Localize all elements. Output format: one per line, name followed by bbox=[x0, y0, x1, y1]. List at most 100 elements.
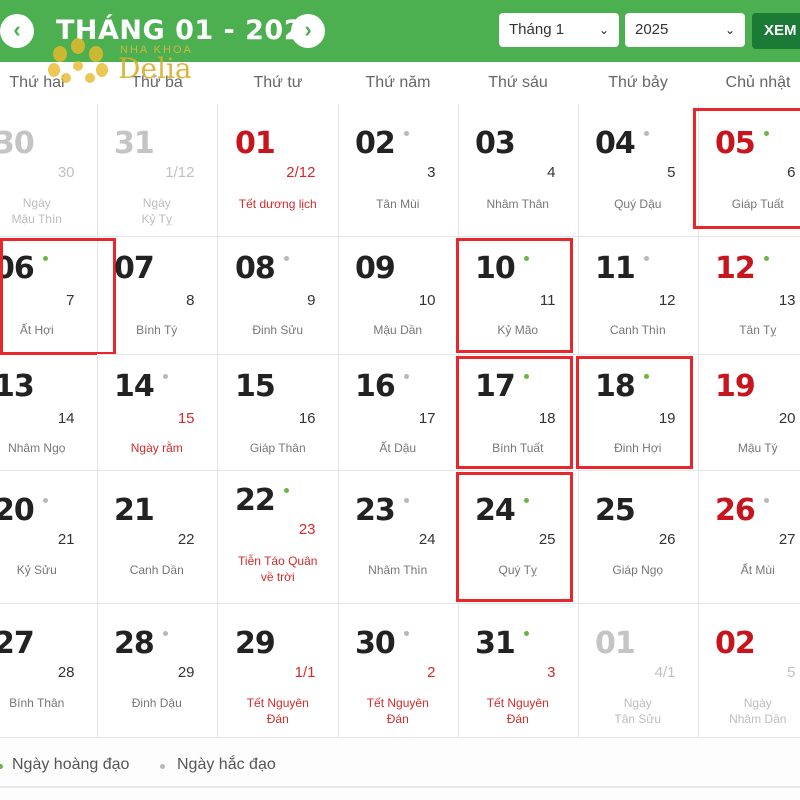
day-name: Mậu Dần bbox=[373, 323, 423, 337]
weekday-label: Thứ năm bbox=[365, 74, 431, 91]
calendar-day-cell[interactable]: 13 14 Nhâm Ngọ bbox=[0, 355, 98, 471]
chevron-left-icon: ‹ bbox=[13, 17, 21, 42]
calendar-day-cell[interactable]: 30 2 Tết Nguyên Đán bbox=[338, 604, 459, 738]
calendar-day-cell[interactable]: 18 19 Đinh Hợi bbox=[578, 355, 699, 471]
calendar-day-cell[interactable]: 24 25 Quý Tỵ bbox=[458, 471, 579, 604]
bad-day-dot-icon bbox=[644, 131, 649, 136]
calendar-day-cell[interactable]: 04 5 Quý Dậu bbox=[578, 104, 699, 237]
solar-date: 27 bbox=[0, 626, 35, 661]
solar-date: 22 bbox=[235, 483, 276, 518]
solar-date: 24 bbox=[475, 493, 516, 528]
calendar-day-cell[interactable]: 12 13 Tân Tỵ bbox=[698, 237, 800, 355]
calendar-day-cell[interactable]: 05 6 Giáp Tuất bbox=[698, 104, 800, 237]
lunar-date: 12 bbox=[658, 292, 676, 309]
lunar-date: 7 bbox=[66, 292, 75, 309]
good-day-dot-icon bbox=[524, 256, 529, 261]
good-day-dot-icon bbox=[524, 498, 529, 503]
day-name: Bính Tý bbox=[136, 323, 178, 337]
bad-day-dot-icon bbox=[404, 631, 409, 636]
lunar-date: 24 bbox=[418, 531, 436, 548]
solar-date: 01 bbox=[595, 626, 636, 661]
solar-date: 20 bbox=[0, 493, 35, 528]
day-name: Ất Dậu bbox=[379, 441, 417, 455]
day-name: Ngày Kỷ Tỵ bbox=[141, 196, 172, 226]
calendar-grid: 30 30 Ngày Mậu Thìn 31 1/12 Ngày Kỷ Tỵ 01 2/12 T… bbox=[0, 104, 800, 738]
solar-date: 10 bbox=[475, 251, 516, 286]
calendar-day-cell[interactable]: 28 29 Đinh Dậu bbox=[97, 604, 218, 738]
calendar-day-cell[interactable]: 26 27 Ất Mùi bbox=[698, 471, 800, 604]
solar-date: 01 bbox=[235, 126, 276, 161]
lunar-date: 18 bbox=[538, 410, 556, 427]
good-day-dot-icon bbox=[764, 131, 769, 136]
calendar-day-cell[interactable]: 08 9 Đinh Sửu bbox=[218, 237, 339, 355]
solar-date: 31 bbox=[114, 126, 155, 161]
day-name: Đinh Sửu bbox=[252, 323, 304, 337]
calendar-day-cell[interactable]: 16 17 Ất Dậu bbox=[338, 355, 459, 471]
weekday-label: Thứ bảy bbox=[608, 74, 668, 91]
solar-date: 18 bbox=[595, 369, 636, 404]
lunar-date: 3 bbox=[427, 164, 436, 181]
calendar-day-cell[interactable]: 03 4 Nhâm Thân bbox=[458, 104, 579, 237]
calendar-day-cell[interactable]: 23 24 Nhâm Thìn bbox=[338, 471, 459, 604]
solar-date: 29 bbox=[235, 626, 276, 661]
calendar-day-cell[interactable]: 31 1/12 Ngày Kỷ Tỵ bbox=[97, 104, 218, 237]
calendar-day-cell[interactable]: 30 30 Ngày Mậu Thìn bbox=[0, 104, 98, 237]
calendar-day-cell[interactable]: 10 11 Kỷ Mão bbox=[458, 237, 579, 355]
lunar-date: 21 bbox=[57, 531, 75, 548]
lunar-date: 6 bbox=[787, 164, 796, 181]
calendar-day-cell[interactable]: 25 26 Giáp Ngọ bbox=[578, 471, 699, 604]
calendar-day-cell[interactable]: 15 16 Giáp Thân bbox=[218, 355, 339, 471]
lunar-date: 23 bbox=[298, 521, 316, 538]
calendar-day-cell[interactable]: 17 18 Bính Tuất bbox=[458, 355, 579, 471]
lunar-date: 15 bbox=[177, 410, 195, 427]
year-select[interactable]: 2025 ⌄ bbox=[625, 13, 745, 47]
good-day-dot-icon bbox=[0, 764, 3, 769]
day-name: Bính Thân bbox=[9, 696, 65, 710]
next-month-button[interactable]: › bbox=[291, 14, 325, 48]
day-name: Nhâm Thân bbox=[486, 197, 549, 211]
calendar-day-cell[interactable]: 27 28 Bính Thân bbox=[0, 604, 98, 738]
calendar-day-cell[interactable]: 31 3 Tết Nguyên Đán bbox=[458, 604, 579, 738]
lunar-date: 13 bbox=[778, 292, 796, 309]
calendar-day-cell[interactable]: 06 7 Ất Hợi bbox=[0, 237, 98, 355]
calendar-day-cell[interactable]: 21 22 Canh Dần bbox=[97, 471, 218, 604]
bad-day-dot-icon bbox=[160, 764, 165, 769]
lunar-date: 11 bbox=[539, 292, 556, 309]
legend: Ngày hoàng đạo Ngày hắc đạo bbox=[0, 738, 800, 788]
good-day-dot-icon bbox=[43, 256, 48, 261]
lunar-date: 4 bbox=[547, 164, 556, 181]
lunar-date: 4/1 bbox=[654, 664, 676, 681]
month-select-value: Tháng 1 bbox=[509, 21, 565, 38]
day-name: Nhâm Ngọ bbox=[8, 441, 66, 455]
prev-month-button[interactable]: ‹ bbox=[0, 14, 34, 48]
calendar-day-cell[interactable]: 02 5 Ngày Nhâm Dần bbox=[698, 604, 800, 738]
day-name: Ngày rằm bbox=[130, 441, 183, 455]
day-name: Giáp Thân bbox=[249, 441, 306, 455]
day-name: Tết Nguyên Đán bbox=[366, 696, 429, 726]
calendar-day-cell[interactable]: 22 23 Tiễn Táo Quân về trời bbox=[218, 471, 339, 604]
calendar-day-cell[interactable]: 09 10 Mậu Dần bbox=[338, 237, 459, 355]
solar-date: 23 bbox=[355, 493, 396, 528]
day-name: Tết dương lịch bbox=[238, 197, 317, 211]
calendar-day-cell[interactable]: 29 1/1 Tết Nguyên Đán bbox=[218, 604, 339, 738]
solar-date: 07 bbox=[114, 251, 155, 286]
bad-day-dot-icon bbox=[764, 498, 769, 503]
calendar-day-cell[interactable]: 19 20 Mậu Tý bbox=[698, 355, 800, 471]
calendar-day-cell[interactable]: 11 12 Canh Thìn bbox=[578, 237, 699, 355]
month-select[interactable]: Tháng 1 ⌄ bbox=[499, 13, 619, 47]
day-name: Tết Nguyên Đán bbox=[246, 696, 309, 726]
good-day-dot-icon bbox=[524, 631, 529, 636]
calendar-day-cell[interactable]: 01 4/1 Ngày Tân Sửu bbox=[578, 604, 699, 738]
calendar-day-cell[interactable]: 14 15 Ngày rằm bbox=[97, 355, 218, 471]
calendar-day-cell[interactable]: 07 8 Bính Tý bbox=[97, 237, 218, 355]
calendar-day-cell[interactable]: 02 3 Tân Mùi bbox=[338, 104, 459, 237]
day-name: Mậu Tý bbox=[737, 441, 778, 455]
view-button[interactable]: XEM bbox=[752, 13, 800, 49]
calendar-day-cell[interactable]: 20 21 Kỷ Sửu bbox=[0, 471, 98, 604]
lunar-date: 2/12 bbox=[286, 164, 316, 181]
legend-good-day: Ngày hoàng đạo bbox=[12, 756, 130, 773]
lunar-date: 1/12 bbox=[165, 164, 195, 181]
day-name: Ngày Tân Sửu bbox=[614, 696, 662, 726]
solar-date: 21 bbox=[114, 493, 155, 528]
calendar-day-cell[interactable]: 01 2/12 Tết dương lịch bbox=[218, 104, 339, 237]
